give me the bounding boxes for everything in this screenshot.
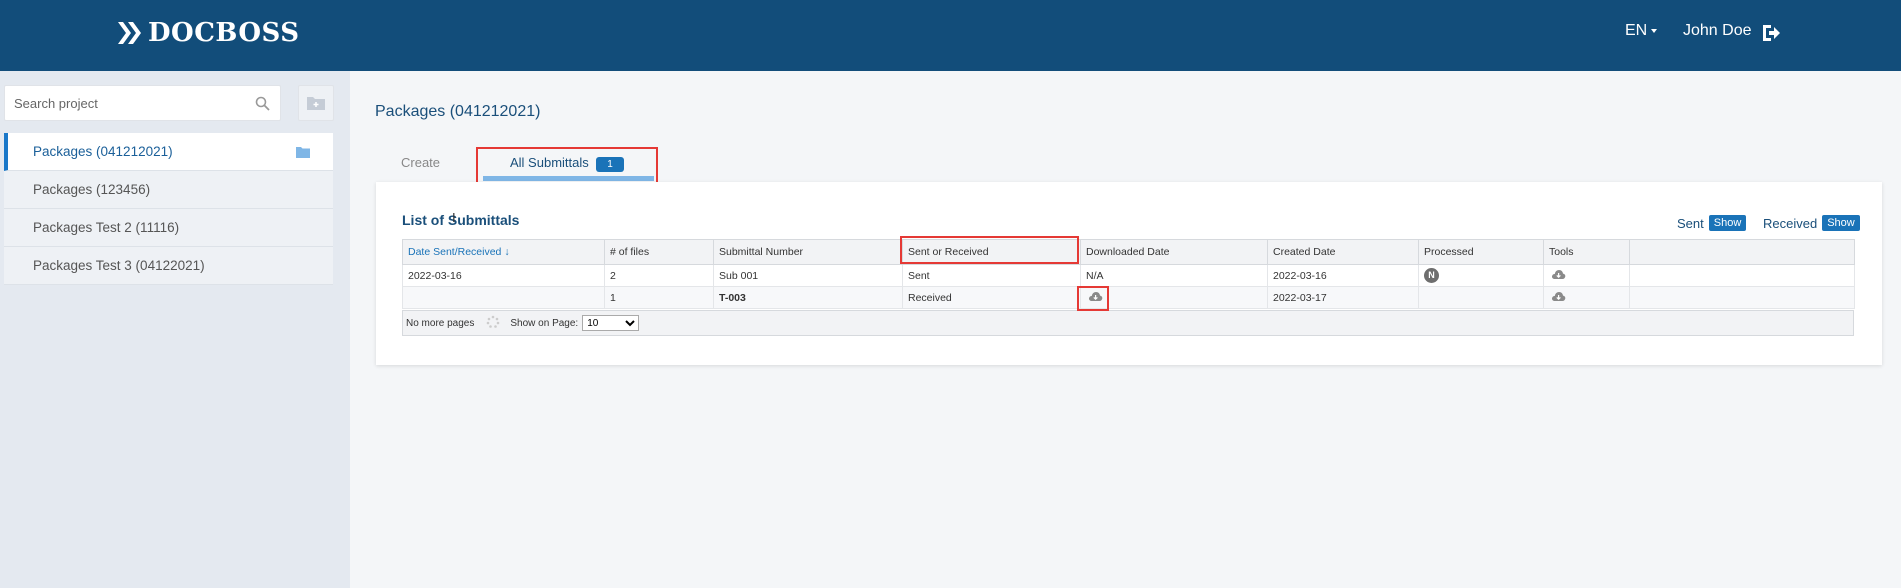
add-folder-icon: [307, 97, 325, 110]
cell-date: 2022-03-16: [402, 264, 605, 287]
list-title: List of Submittals: [402, 212, 520, 228]
folder-icon[interactable]: [295, 145, 311, 159]
project-list: Packages (041212021) Packages (123456) P…: [4, 133, 333, 285]
add-folder-button[interactable]: [298, 85, 334, 121]
cloud-download-icon[interactable]: [1551, 269, 1566, 283]
sidebar: Packages (041212021) Packages (123456) P…: [0, 71, 350, 588]
column-header-date[interactable]: Date Sent/Received ↓: [402, 239, 605, 265]
project-item[interactable]: Packages Test 2 (11116): [4, 209, 333, 247]
cell-files: 1: [604, 286, 714, 309]
cell-files: 2: [604, 264, 714, 287]
column-header-label: Date Sent/Received: [408, 246, 502, 258]
column-header-spacer: [1629, 239, 1855, 265]
column-header-sent-or-received[interactable]: Sent or Received: [902, 239, 1081, 265]
tab-create[interactable]: Create: [401, 155, 440, 170]
cell-created-date: 2022-03-16: [1267, 264, 1419, 287]
column-header-submittal-number[interactable]: Submittal Number: [713, 239, 903, 265]
logout-icon[interactable]: [1760, 22, 1782, 44]
cell-submittal-number: Sub 001: [713, 264, 903, 287]
received-filter-label: Received: [1763, 215, 1818, 231]
caret-down-icon: [1651, 29, 1658, 33]
cell-sent-or-received: Sent: [902, 264, 1081, 287]
page-title: Packages (041212021): [375, 103, 541, 120]
submittals-card: List of Submittals I Sent Show Received …: [376, 182, 1882, 365]
cell-spacer: [1629, 264, 1855, 287]
table-row[interactable]: 2022-03-16 2 Sub 001 Sent N/A 2022-03-16…: [402, 264, 1855, 287]
cloud-download-icon[interactable]: [1551, 291, 1566, 305]
docboss-logo[interactable]: DOCBOSS: [116, 17, 299, 49]
table-row[interactable]: 1 T-003 Received 2022-03-17: [402, 286, 1855, 309]
cell-downloaded-date: N/A: [1080, 264, 1268, 287]
cell-tools: [1543, 286, 1630, 309]
column-header-tools: Tools: [1543, 239, 1630, 265]
project-item-label: Packages Test 3 (04122021): [33, 258, 205, 273]
cell-processed: N: [1418, 264, 1544, 287]
language-selector[interactable]: EN: [1625, 22, 1658, 40]
project-item-label: Packages Test 2 (11116): [33, 220, 180, 235]
loading-spinner-icon: [486, 315, 500, 332]
column-header-downloaded-date[interactable]: Downloaded Date: [1080, 239, 1268, 265]
received-filter: Received Show: [1763, 215, 1860, 231]
cell-date: [402, 286, 605, 309]
user-name[interactable]: John Doe: [1683, 22, 1752, 40]
brand-name: DOCBOSS: [148, 18, 300, 48]
top-bar: DOCBOSS EN John Doe: [0, 0, 1901, 71]
submittal-count-badge: 1: [596, 157, 624, 172]
text-cursor-icon: I: [452, 210, 456, 225]
search-icon[interactable]: [255, 96, 270, 111]
active-tab-indicator: [483, 176, 654, 181]
tab-all-submittals[interactable]: All Submittals 1: [483, 149, 654, 185]
show-on-page-label: Show on Page:: [510, 317, 579, 329]
received-show-button[interactable]: Show: [1822, 215, 1860, 231]
sent-filter: Sent Show: [1677, 215, 1747, 231]
logo-chevrons-icon: [116, 20, 146, 46]
cell-submittal-number[interactable]: T-003: [713, 286, 903, 309]
search-input[interactable]: [5, 86, 245, 120]
page-size-select[interactable]: 10: [582, 315, 640, 331]
sent-filter-label: Sent: [1677, 215, 1704, 231]
language-label: EN: [1625, 22, 1648, 39]
submittals-table: Date Sent/Received ↓ # of files Submitta…: [402, 239, 1855, 309]
tab-all-submittals-label: All Submittals: [510, 155, 589, 170]
cell-downloaded-date: [1080, 286, 1268, 309]
cloud-download-icon[interactable]: [1088, 291, 1103, 305]
not-processed-badge: N: [1424, 268, 1439, 283]
cell-created-date: 2022-03-17: [1267, 286, 1419, 309]
project-item-label: Packages (041212021): [33, 144, 173, 159]
no-more-pages-label: No more pages: [406, 317, 475, 329]
column-header-files[interactable]: # of files: [604, 239, 714, 265]
column-header-processed[interactable]: Processed: [1418, 239, 1544, 265]
table-pager: No more pages Show on Page: 10: [402, 310, 1854, 336]
project-item[interactable]: Packages (041212021): [4, 133, 333, 171]
cell-spacer: [1629, 286, 1855, 309]
project-search: [4, 85, 281, 121]
sort-arrow-icon: ↓: [504, 246, 510, 258]
project-item[interactable]: Packages (123456): [4, 171, 333, 209]
sent-show-button[interactable]: Show: [1708, 215, 1747, 231]
cell-sent-or-received: Received: [902, 286, 1081, 309]
column-header-created-date[interactable]: Created Date: [1267, 239, 1419, 265]
cell-tools: [1543, 264, 1630, 287]
project-item[interactable]: Packages Test 3 (04122021): [4, 247, 333, 285]
cell-processed: [1418, 286, 1544, 309]
table-header-row: Date Sent/Received ↓ # of files Submitta…: [402, 239, 1855, 265]
project-item-label: Packages (123456): [33, 182, 151, 197]
